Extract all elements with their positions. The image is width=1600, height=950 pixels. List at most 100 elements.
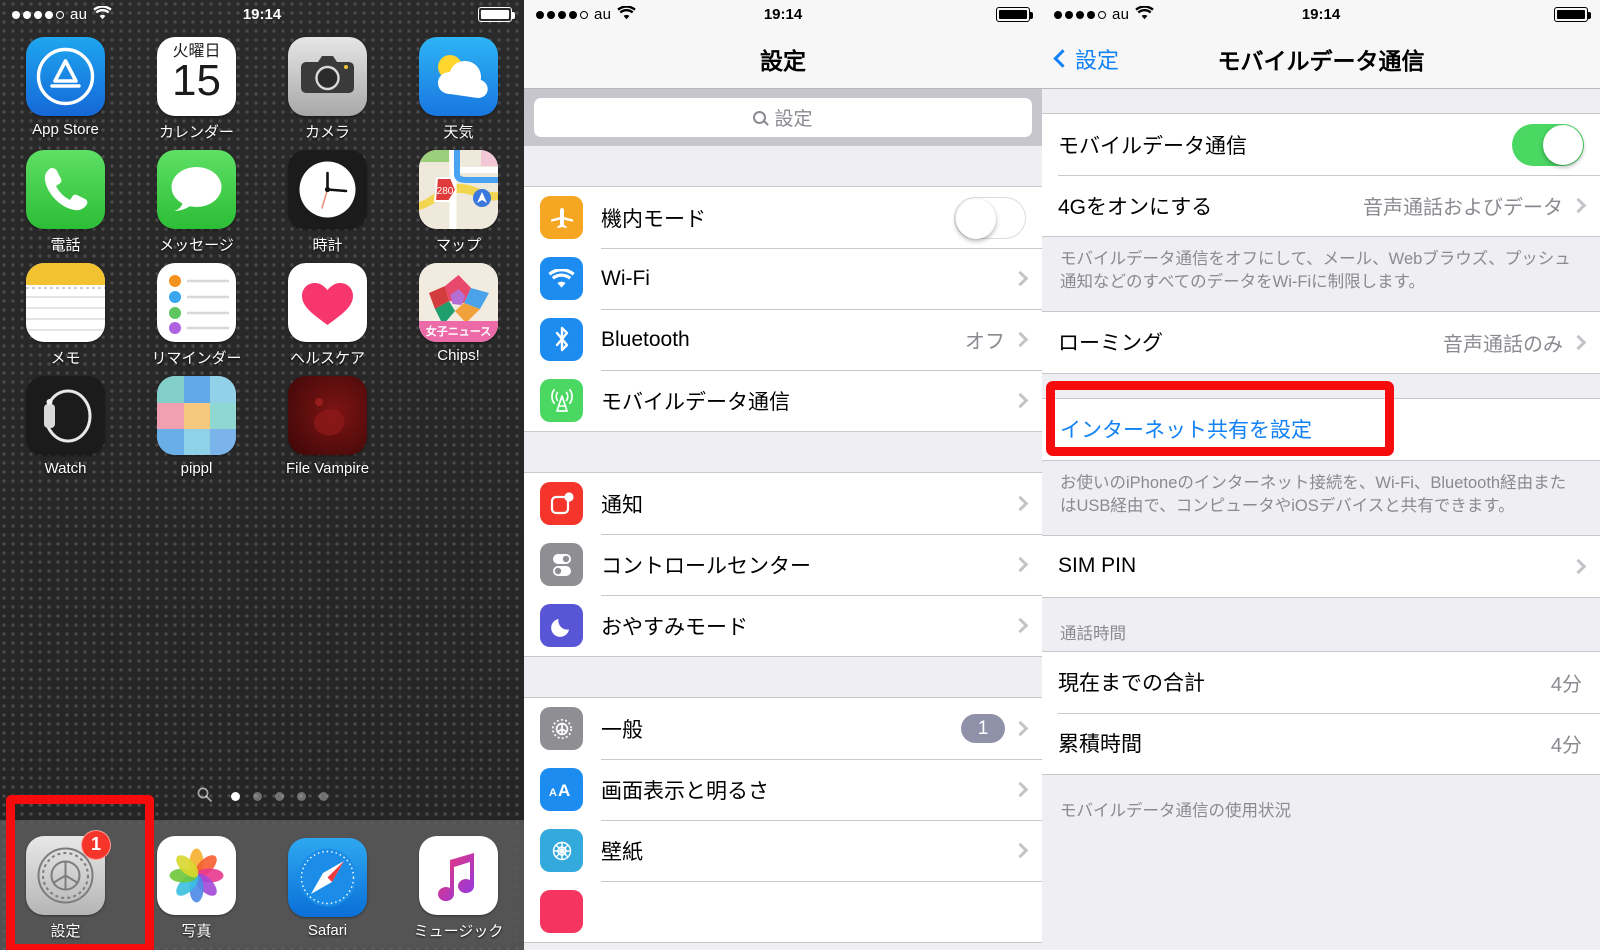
- page-indicator-dots[interactable]: [0, 787, 524, 820]
- app-icon-maps[interactable]: 280 マップ: [393, 150, 524, 255]
- control-center-icon: [540, 543, 583, 586]
- detail-scroll-area[interactable]: モバイルデータ通信 4Gをオンにする 音声通話およびデータ モバイルデータ通信を…: [1042, 89, 1600, 950]
- app-label: マップ: [435, 237, 481, 254]
- app-label: 電話: [50, 237, 81, 254]
- roaming-row[interactable]: ローミング 音声通話のみ: [1042, 311, 1600, 373]
- settings-row-wallpaper[interactable]: 壁紙: [524, 820, 1042, 881]
- roaming-label: ローミング: [1058, 332, 1163, 356]
- app-icon-messages[interactable]: メッセージ: [131, 150, 262, 255]
- settings-row-label: コントロールセンター: [601, 554, 811, 578]
- settings-row-notifications[interactable]: 通知: [524, 473, 1042, 534]
- app-icon-weather[interactable]: 天気: [393, 37, 524, 142]
- search-input[interactable]: 設定: [534, 98, 1032, 137]
- enable-4g-value: 音声通話およびデータ: [1363, 197, 1563, 219]
- music-note-icon: [419, 835, 498, 915]
- cellular-group: モバイルデータ通信 4Gをオンにする 音声通話およびデータ: [1042, 113, 1600, 237]
- setup-hotspot-button[interactable]: インターネット共有を設定: [1042, 398, 1600, 460]
- svg-text:A: A: [558, 781, 570, 800]
- dock-item-safari[interactable]: Safari: [262, 837, 393, 939]
- three-panel-screenshot: au 19:14 App Store 火曜日 15 カレンダー カメラ 天気 電…: [0, 0, 1600, 950]
- settings-row-wifi[interactable]: Wi-Fi: [524, 248, 1042, 309]
- notes-icon: [26, 263, 105, 342]
- status-left-group: au: [536, 4, 636, 24]
- page-dot[interactable]: [252, 791, 262, 801]
- data-usage-section-header: モバイルデータ通信の使用状況: [1060, 801, 1291, 820]
- call-time-section-header: 通話時間: [1060, 624, 1126, 643]
- badge-count: 1: [81, 829, 111, 860]
- status-right-group: [1554, 7, 1591, 22]
- dock-item-label: ミュージック: [413, 922, 504, 940]
- phone-icon: [26, 150, 105, 229]
- settings-row-general[interactable]: 一般 1: [524, 698, 1042, 759]
- enable-4g-label: 4Gをオンにする: [1058, 195, 1213, 219]
- app-icon-health[interactable]: ヘルスケア: [262, 263, 393, 368]
- app-label: リマインダー: [151, 350, 242, 367]
- app-icon-file-vampire[interactable]: File Vampire: [262, 376, 393, 477]
- maps-icon: 280: [419, 150, 498, 229]
- settings-row-control-center[interactable]: コントロールセンター: [524, 534, 1042, 595]
- settings-scroll-area[interactable]: 設定 機内モード Wi-Fi Bluetooth オフ モバイルデータ通信 通知…: [524, 89, 1042, 950]
- settings-row-label: 画面表示と明るさ: [601, 779, 769, 803]
- app-icon-clock[interactable]: 時計: [262, 150, 393, 255]
- call-time-total-row: 現在までの合計 4分: [1042, 651, 1600, 713]
- page-dot[interactable]: [274, 791, 284, 801]
- cellular-data-toggle[interactable]: [1512, 123, 1584, 166]
- carrier-label: au: [70, 6, 88, 23]
- app-icon-camera[interactable]: カメラ: [262, 37, 393, 142]
- call-time-lifetime-label: 累積時間: [1058, 733, 1142, 757]
- app-icon-phone[interactable]: 電話: [0, 150, 131, 255]
- airplane-mode-toggle[interactable]: [954, 196, 1026, 239]
- app-icon-chips[interactable]: 女子ニュース Chips!: [393, 263, 524, 368]
- page-dot[interactable]: [318, 791, 328, 801]
- settings-row-cellular[interactable]: モバイルデータ通信: [524, 370, 1042, 431]
- settings-row-label: 機内モード: [601, 207, 706, 231]
- status-right-group: [478, 7, 515, 22]
- dock-item-settings[interactable]: 1 設定: [0, 829, 131, 941]
- settings-row-display-brightness[interactable]: AA 画面表示と明るさ: [524, 759, 1042, 820]
- settings-group-notifications: 通知 コントロールセンター おやすみモード: [524, 472, 1042, 657]
- sounds-icon: [540, 890, 583, 933]
- svg-text:A: A: [549, 787, 557, 799]
- app-icon-pippl[interactable]: pippl: [131, 376, 262, 477]
- app-label: カメラ: [304, 124, 350, 141]
- page-dot[interactable]: [296, 791, 306, 801]
- settings-row-label: 一般: [601, 718, 643, 742]
- badge-count: 1: [961, 714, 1005, 743]
- app-icon-notes[interactable]: メモ: [0, 263, 131, 368]
- safari-compass-icon: [288, 837, 367, 917]
- hotspot-group: インターネット共有を設定: [1042, 397, 1600, 461]
- sim-pin-row[interactable]: SIM PIN: [1042, 535, 1600, 597]
- settings-row-do-not-disturb[interactable]: おやすみモード: [524, 595, 1042, 656]
- app-icon-watch[interactable]: Watch: [0, 376, 131, 477]
- signal-strength-dots: [536, 10, 588, 19]
- settings-row-bluetooth[interactable]: Bluetooth オフ: [524, 309, 1042, 370]
- app-label: 天気: [443, 124, 474, 141]
- cellular-footnote: モバイルデータ通信をオフにして、メール、Webブラウズ、プッシュ通知などのすべて…: [1060, 250, 1571, 292]
- chevron-right-icon: [1012, 392, 1029, 409]
- weather-icon: [419, 37, 498, 116]
- app-icon-calendar[interactable]: 火曜日 15 カレンダー: [131, 37, 262, 142]
- dock-item-photos[interactable]: 写真: [131, 835, 262, 941]
- dock-item-music[interactable]: ミュージック: [393, 835, 524, 941]
- general-gear-icon: [540, 707, 583, 750]
- settings-row-sounds-partial[interactable]: [524, 881, 1042, 942]
- app-label: メッセージ: [159, 237, 234, 254]
- home-screen-panel: au 19:14 App Store 火曜日 15 カレンダー カメラ 天気 電…: [0, 0, 524, 950]
- search-icon[interactable]: [197, 787, 212, 805]
- app-icon-reminders[interactable]: リマインダー: [131, 263, 262, 368]
- back-button[interactable]: 設定: [1042, 43, 1119, 75]
- settings-row-airplane-mode[interactable]: 機内モード: [524, 187, 1042, 248]
- page-dot[interactable]: [230, 791, 240, 801]
- svg-text:女子ニュース: 女子ニュース: [426, 324, 491, 338]
- app-icon-app-store[interactable]: App Store: [0, 37, 131, 142]
- app-label: カレンダー: [158, 124, 234, 141]
- search-placeholder: 設定: [774, 109, 813, 130]
- clock-icon: [288, 150, 367, 229]
- search-icon: [753, 111, 767, 124]
- calendar-icon: 火曜日 15: [157, 37, 236, 116]
- cellular-data-row[interactable]: モバイルデータ通信: [1042, 114, 1600, 175]
- enable-4g-row[interactable]: 4Gをオンにする 音声通話およびデータ: [1042, 175, 1600, 236]
- battery-full-icon: [996, 7, 1033, 22]
